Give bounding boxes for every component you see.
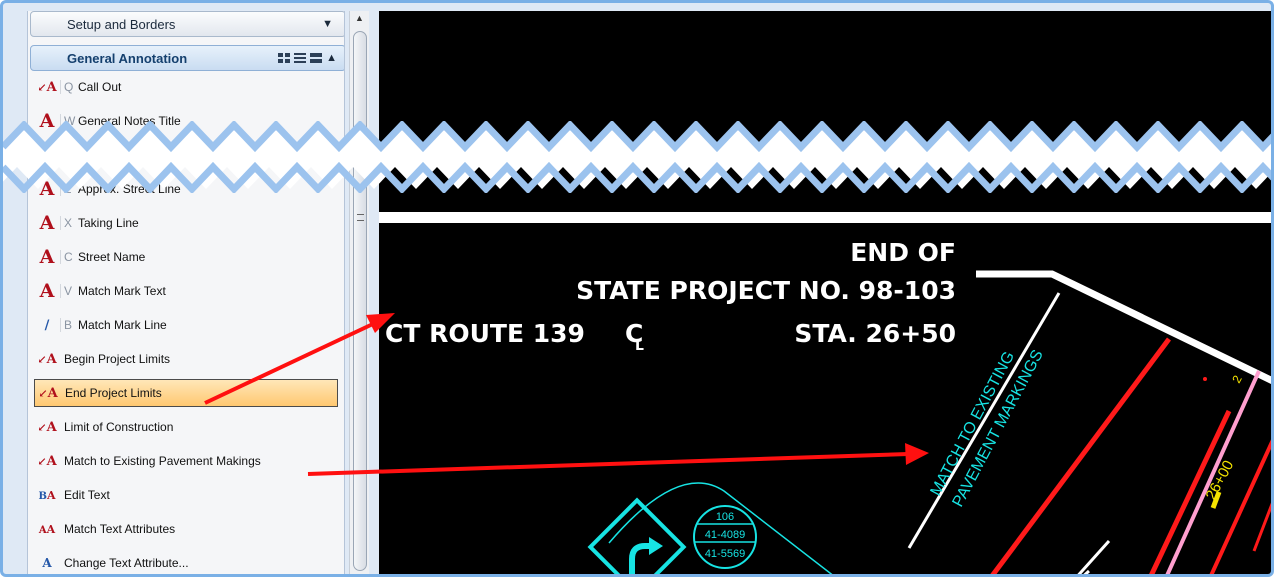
tool-label: Match to Existing Pavement Makings <box>64 454 261 468</box>
tool-label: End Project Limits <box>65 386 162 400</box>
section-title: Setup and Borders <box>67 16 176 32</box>
detail-view-icon[interactable] <box>310 53 323 63</box>
tool-label: Match Text Attributes <box>64 522 176 536</box>
leader-text-icon: ↙A <box>37 351 57 367</box>
station-label-main: STA. 26+50 <box>794 319 956 348</box>
tool-item[interactable]: ↙A Q Call Out <box>34 73 338 101</box>
cad-drawing-view[interactable]: 26+00 2 END OF STATE PROJECT NO. 98-103 … <box>379 11 1271 574</box>
tool-item[interactable]: AA Match Text Attributes <box>34 515 338 543</box>
panel-scrollbar[interactable]: ▲ <box>349 11 369 574</box>
tool-label: Call Out <box>78 80 122 94</box>
change-text-icon: A <box>42 555 52 570</box>
match-break-line <box>379 212 1271 223</box>
shortcut-key: Q <box>60 80 74 94</box>
leader-text-icon: ↙A <box>37 453 57 469</box>
torn-break-band <box>3 121 1271 193</box>
end-of-label: END OF <box>850 238 956 267</box>
line-icon: ∕ <box>44 317 50 333</box>
tool-item[interactable]: ↙A End Project Limits <box>34 379 338 407</box>
centerline-l: L <box>635 338 644 354</box>
tool-item[interactable]: A Change Text Attribute... <box>34 549 338 574</box>
edit-text-icon: BA <box>38 488 56 502</box>
bubble-top-text: 106 <box>716 511 734 523</box>
grip-icon <box>357 214 364 221</box>
tool-label: Taking Line <box>78 216 139 230</box>
bubble-mid-text: 41-4089 <box>705 529 745 541</box>
small-tag: 2 <box>1229 373 1245 386</box>
leader-text-icon: ↙A <box>38 385 58 401</box>
tool-item[interactable]: BA Edit Text <box>34 481 338 509</box>
tool-label: Change Text Attribute... <box>64 556 189 570</box>
shortcut-key: C <box>60 250 74 264</box>
scroll-up-arrow-icon[interactable]: ▲ <box>352 13 367 27</box>
tool-label: Edit Text <box>64 488 110 502</box>
tool-label: Begin Project Limits <box>64 352 171 366</box>
tool-panel: Setup and Borders ▼ General Annotation ▲… <box>27 11 345 574</box>
chevron-up-icon[interactable]: ▲ <box>326 52 337 64</box>
tool-item[interactable]: ↙A Limit of Construction <box>34 413 338 441</box>
tool-item[interactable]: ∕ B Match Mark Line <box>34 311 338 339</box>
bubble-bottom-text: 41-5569 <box>705 548 745 560</box>
shortcut-key: X <box>60 216 74 230</box>
grid-view-icon[interactable] <box>278 53 291 63</box>
state-project-label: STATE PROJECT NO. 98-103 <box>576 276 956 305</box>
red-lane-line <box>1252 502 1271 552</box>
scroll-thumb[interactable] <box>353 31 367 571</box>
pink-lane-line <box>1165 370 1261 574</box>
arrow-head-icon <box>649 537 663 555</box>
survey-point <box>1203 377 1207 381</box>
shortcut-key: V <box>60 284 74 298</box>
tool-item[interactable]: A V Match Mark Text <box>34 277 338 305</box>
text-a-icon: A <box>39 246 55 268</box>
tool-item[interactable]: A C Street Name <box>34 243 338 271</box>
tool-item[interactable]: A X Taking Line <box>34 209 338 237</box>
setup-and-borders-header[interactable]: Setup and Borders ▼ <box>30 11 344 37</box>
turn-arrow-icon <box>629 543 651 574</box>
text-a-icon: A <box>39 212 55 234</box>
red-lane-line <box>990 337 1172 574</box>
match-text-icon: AA <box>38 522 56 536</box>
tool-label: Limit of Construction <box>64 420 174 434</box>
tool-item[interactable]: ↙A Begin Project Limits <box>34 345 338 373</box>
tool-label: Street Name <box>78 250 146 264</box>
tool-item[interactable]: ↙A Match to Existing Pavement Makings <box>34 447 338 475</box>
shortcut-key: B <box>60 318 74 332</box>
chevron-down-icon[interactable]: ▼ <box>322 18 333 30</box>
list-view-icon[interactable] <box>294 53 307 63</box>
diamond-sign-icon <box>587 497 687 574</box>
tool-label: Match Mark Text <box>78 284 166 298</box>
text-a-icon: A <box>39 280 55 302</box>
window-frame: Setup and Borders ▼ General Annotation ▲… <box>0 0 1274 577</box>
leader-text-icon: ↙A <box>37 419 57 435</box>
white-stub-line <box>1077 539 1111 574</box>
tool-label: Match Mark Line <box>78 318 167 332</box>
drawing-canvas: 26+00 2 END OF STATE PROJECT NO. 98-103 … <box>379 212 1271 574</box>
view-mode-buttons: ▲ <box>278 52 337 64</box>
general-annotation-header[interactable]: General Annotation ▲ <box>30 45 344 71</box>
leader-text-icon: ↙A <box>37 79 57 95</box>
red-lane-line <box>1209 439 1271 574</box>
route-label: CT ROUTE 139 <box>385 319 585 348</box>
section-title: General Annotation <box>67 50 188 66</box>
